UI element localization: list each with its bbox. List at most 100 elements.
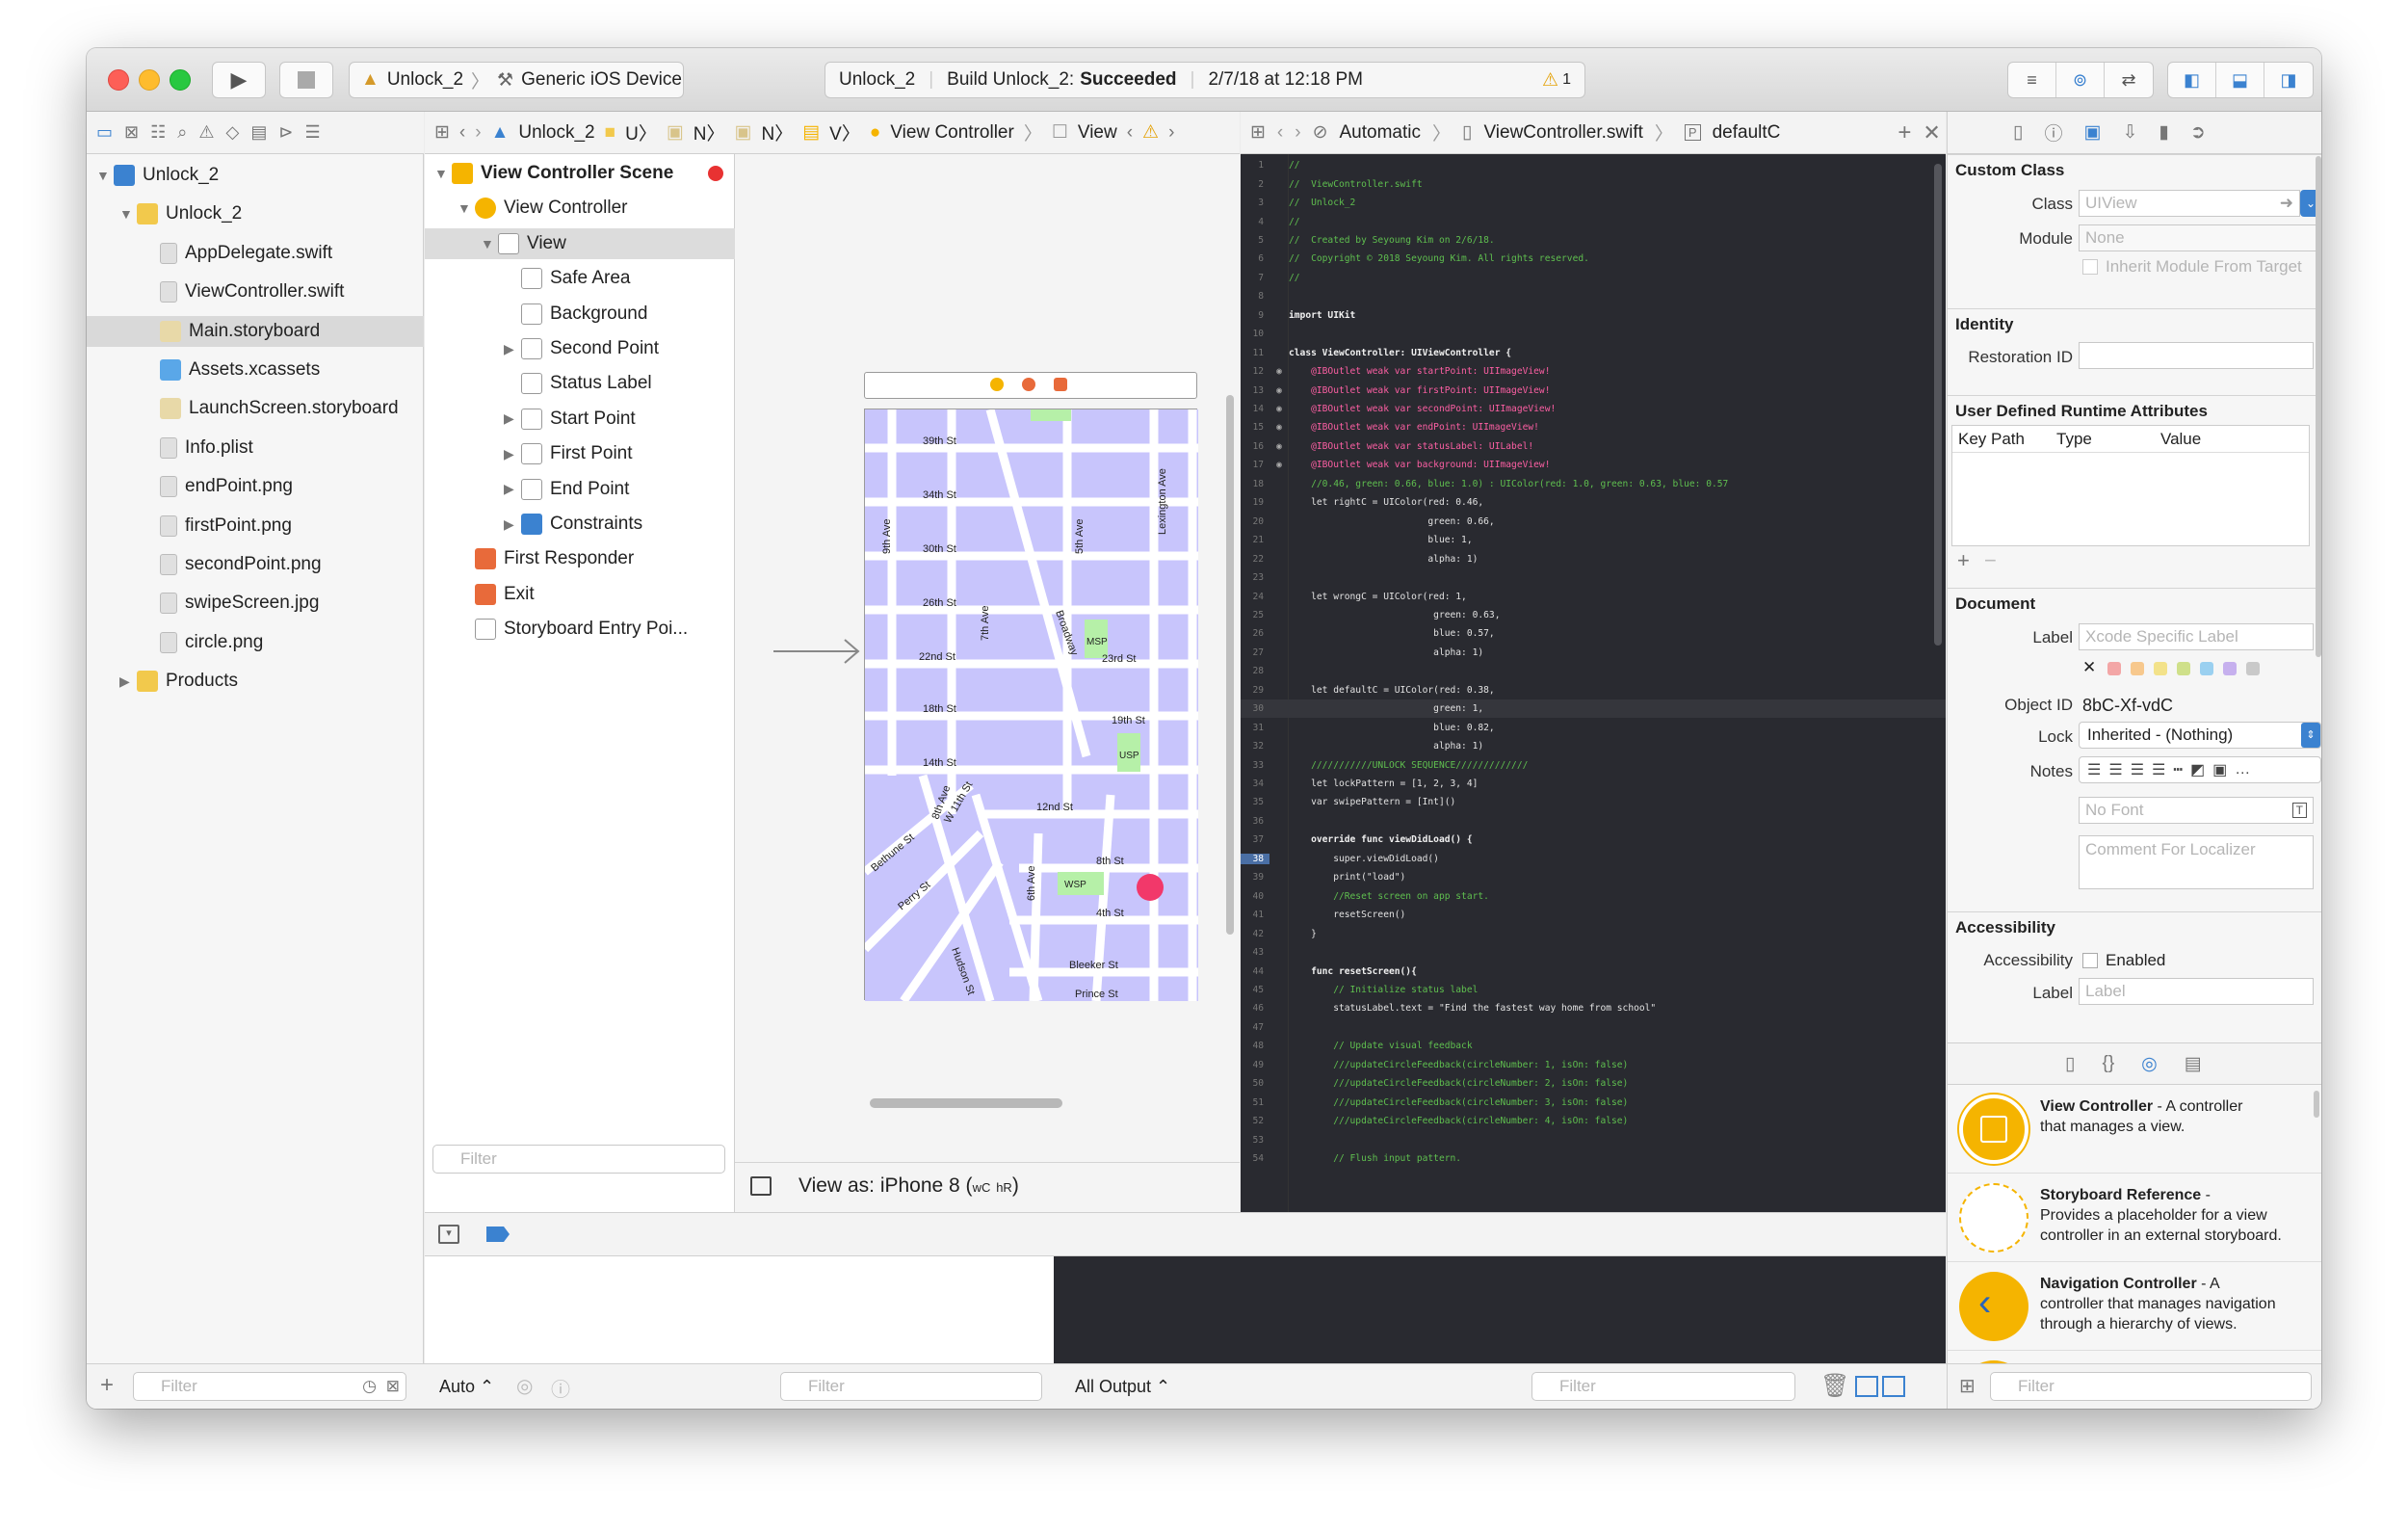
- code-line[interactable]: 36: [1241, 812, 1946, 831]
- code-line[interactable]: 9 import UIKit: [1241, 306, 1946, 325]
- code-line[interactable]: 28: [1241, 662, 1946, 680]
- code-line[interactable]: 29 let defaultC = UIColor(red: 0.38,: [1241, 681, 1946, 699]
- code-editor[interactable]: 1 // 2 // ViewController.swift 3 // Unlock_2 4…: [1241, 154, 1946, 1212]
- class-field[interactable]: UIView ➜: [2079, 190, 2300, 217]
- inspector-scrollbar[interactable]: [2316, 156, 2321, 657]
- source-control-filter-icon[interactable]: ⊠: [386, 1377, 400, 1396]
- color-icon[interactable]: ◩: [2190, 760, 2205, 779]
- restoration-id-field[interactable]: [2079, 342, 2314, 369]
- code-line[interactable]: 53: [1241, 1130, 1946, 1148]
- navigator-item[interactable]: swipeScreen.jpg: [87, 588, 424, 619]
- quick-help-icon[interactable]: ⓘ: [2044, 119, 2062, 145]
- code-line[interactable]: 24 let wrongC = UIColor(red: 1,: [1241, 587, 1946, 605]
- storyboard-canvas[interactable]: 39th St 34th St 30th St 26th St 22nd St 18th …: [735, 154, 1240, 1212]
- navigator-item[interactable]: ▼ Unlock_2: [87, 198, 424, 229]
- code-line[interactable]: 23: [1241, 568, 1946, 587]
- doc-label-field[interactable]: Xcode Specific Label: [2079, 623, 2314, 650]
- code-line[interactable]: 4 //: [1241, 212, 1946, 230]
- disclosure-open-icon[interactable]: ▼: [119, 206, 137, 222]
- code-line[interactable]: 50 ///updateCircleFeedback(circleNumber:…: [1241, 1074, 1946, 1093]
- hide-debug-icon[interactable]: ▾: [438, 1225, 459, 1244]
- outline-item[interactable]: ▼ View Controller Scene: [425, 158, 735, 189]
- debug-toggle-icon[interactable]: ⬓: [2216, 63, 2264, 97]
- scheme-selector[interactable]: ▲ Unlock_2 〉 ⚒ Generic iOS Device: [349, 62, 684, 98]
- navigator-item[interactable]: Assets.xcassets: [87, 355, 424, 385]
- show-variables-icon[interactable]: [1855, 1376, 1878, 1397]
- back-arrow-icon[interactable]: ‹: [1277, 122, 1283, 144]
- canvas-vscroll[interactable]: [1226, 395, 1234, 935]
- code-line[interactable]: 54 // Flush input pattern.: [1241, 1149, 1946, 1168]
- code-line[interactable]: 47: [1241, 1018, 1946, 1037]
- disclosure-closed-icon[interactable]: ▶: [504, 481, 521, 497]
- navigator-item[interactable]: LaunchScreen.storyboard: [87, 393, 424, 424]
- add-attribute-icon[interactable]: +: [1957, 548, 1970, 573]
- code-line[interactable]: 31 blue: 0.82,: [1241, 719, 1946, 737]
- breakpoint-navigator-icon[interactable]: ⊳: [278, 122, 293, 143]
- runtime-attributes-table[interactable]: Key Path Type Value: [1951, 425, 2310, 546]
- color-swatch[interactable]: [2200, 662, 2213, 675]
- outlet-connection-icon[interactable]: ◉: [1269, 460, 1289, 470]
- recent-files-icon[interactable]: ◷: [362, 1377, 377, 1396]
- align-right-icon[interactable]: ☰: [2131, 760, 2144, 779]
- code-line[interactable]: 18 //0.46, green: 0.66, blue: 1.0) : UIC…: [1241, 475, 1946, 493]
- jump-item-storyboard[interactable]: N〉: [694, 119, 725, 145]
- error-badge-icon[interactable]: [708, 166, 723, 181]
- code-line[interactable]: 15 ◉ @IBOutlet weak var endPoint: UIImage…: [1241, 418, 1946, 436]
- iphone-scene[interactable]: 39th St 34th St 30th St 26th St 22nd St 18th …: [864, 409, 1198, 1001]
- outline-filter[interactable]: Filter: [432, 1145, 725, 1174]
- outline-item[interactable]: Storyboard Entry Poi...: [425, 614, 735, 645]
- column-value[interactable]: Value: [2160, 430, 2201, 449]
- console-output-select[interactable]: All Output ⌃: [1075, 1377, 1170, 1397]
- column-type[interactable]: Type: [2056, 430, 2160, 449]
- code-line[interactable]: 16 ◉ @IBOutlet weak var statusLabel: UILa…: [1241, 437, 1946, 456]
- comment-field[interactable]: Comment For Localizer: [2079, 835, 2314, 889]
- close-window-button[interactable]: [108, 69, 129, 91]
- color-swatch[interactable]: [2223, 662, 2237, 675]
- code-line[interactable]: 42 }: [1241, 924, 1946, 942]
- outline-item[interactable]: ▶ Start Point: [425, 404, 735, 435]
- remove-attribute-icon[interactable]: −: [1984, 548, 1997, 573]
- code-line[interactable]: 41 resetScreen(): [1241, 906, 1946, 924]
- code-line[interactable]: 3 // Unlock_2: [1241, 194, 1946, 212]
- library-scrollbar[interactable]: [2314, 1091, 2319, 1118]
- library-item[interactable]: Table View Controller - A: [1948, 1351, 2321, 1364]
- code-line[interactable]: 2 // ViewController.swift: [1241, 174, 1946, 193]
- code-line[interactable]: 45 // Initialize status label: [1241, 981, 1946, 999]
- related-items-icon[interactable]: ⊞: [434, 121, 450, 144]
- forward-arrow-icon[interactable]: ›: [1168, 122, 1174, 144]
- warning-icon[interactable]: ⚠: [1142, 121, 1159, 144]
- assistant-editor-icon[interactable]: ⊚: [2056, 63, 2105, 97]
- zoom-window-button[interactable]: [170, 69, 191, 91]
- trash-icon[interactable]: 🗑: [1820, 1372, 1849, 1400]
- code-line[interactable]: 52 ///updateCircleFeedback(circleNumber:…: [1241, 1112, 1946, 1130]
- align-center-icon[interactable]: ☰: [2108, 760, 2122, 779]
- warning-icon[interactable]: ⚠: [1542, 69, 1558, 92]
- library-item[interactable]: View Controller - A controller that manag…: [1948, 1085, 2321, 1174]
- navigator-item[interactable]: ▶ Products: [87, 666, 424, 697]
- navigator-item[interactable]: AppDelegate.swift: [87, 238, 424, 269]
- warning-count[interactable]: 1: [1562, 71, 1571, 89]
- jump-symbol[interactable]: defaultC: [1713, 122, 1781, 144]
- code-line[interactable]: 6 // Copyright © 2018 Seyoung Kim. All ri…: [1241, 250, 1946, 268]
- disclosure-open-icon[interactable]: ▼: [434, 166, 452, 181]
- code-line[interactable]: 32 alpha: 1): [1241, 737, 1946, 755]
- debug-navigator-icon[interactable]: ▤: [250, 122, 267, 143]
- navigator-item[interactable]: secondPoint.png: [87, 549, 424, 580]
- outlet-connection-icon[interactable]: ◉: [1269, 404, 1289, 414]
- jump-item-storyboard-2[interactable]: N〉: [761, 119, 793, 145]
- outline-item[interactable]: Status Label: [425, 368, 735, 399]
- add-file-icon[interactable]: +: [100, 1372, 114, 1399]
- view-controller-dock-icon[interactable]: [990, 378, 1004, 391]
- test-navigator-icon[interactable]: ◇: [225, 122, 239, 143]
- view-as-label[interactable]: View as: iPhone 8 (wC hR): [798, 1174, 1019, 1198]
- code-line[interactable]: 21 blue: 1,: [1241, 531, 1946, 549]
- run-button[interactable]: ▶: [212, 62, 266, 98]
- code-line[interactable]: 11 class ViewController: UIViewController…: [1241, 344, 1946, 362]
- navigator-item[interactable]: Main.storyboard: [87, 315, 424, 347]
- disclosure-open-icon[interactable]: ▼: [481, 236, 498, 251]
- size-inspector-icon[interactable]: ▮: [2159, 121, 2168, 144]
- disclosure-closed-icon[interactable]: ▶: [504, 410, 521, 427]
- code-line[interactable]: 49 ///updateCircleFeedback(circleNumber:…: [1241, 1056, 1946, 1074]
- outline-item[interactable]: Background: [425, 299, 735, 330]
- navigator-item[interactable]: firstPoint.png: [87, 511, 424, 541]
